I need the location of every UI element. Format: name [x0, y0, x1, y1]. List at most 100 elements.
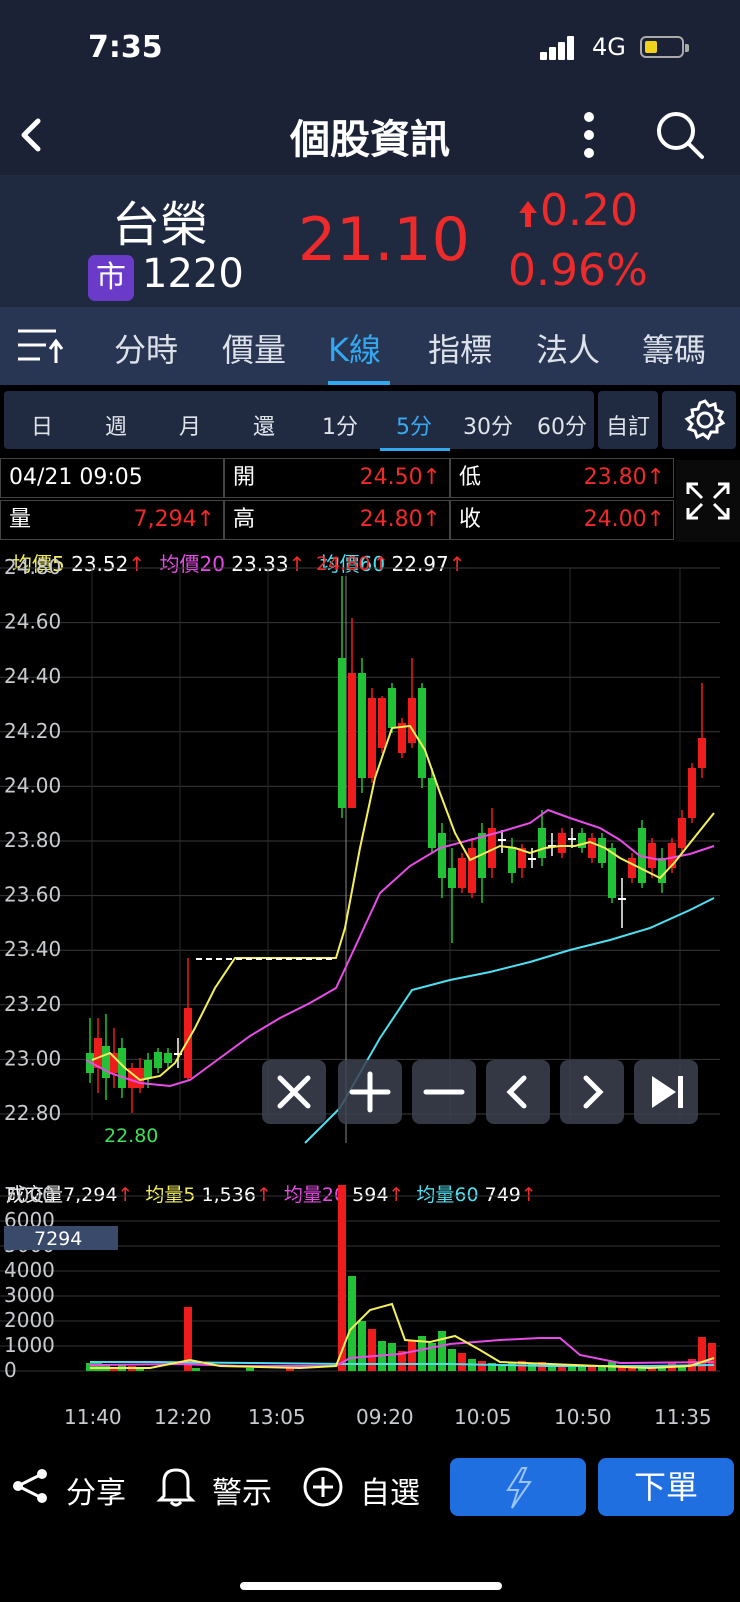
- candle-body: [428, 778, 436, 848]
- candle-body: [678, 818, 686, 848]
- add-circle-icon[interactable]: [302, 1466, 344, 1508]
- period-30min[interactable]: 30分: [456, 409, 520, 441]
- y-tick-label: 24.20: [4, 719, 61, 743]
- quick-order-button[interactable]: [450, 1458, 586, 1516]
- volume-bar: [438, 1331, 446, 1371]
- y-tick-label: 23.00: [4, 1046, 61, 1070]
- expand-icon[interactable]: [676, 460, 740, 542]
- volume-bar: [448, 1349, 456, 1371]
- period-custom[interactable]: 自訂: [600, 409, 656, 441]
- next-button[interactable]: [560, 1060, 624, 1124]
- minus-icon: [423, 1089, 465, 1095]
- arrow-up-icon: [519, 201, 537, 227]
- candle-body: [164, 1053, 172, 1063]
- stock-price: 21.10: [298, 205, 470, 275]
- home-indicator: [240, 1582, 502, 1590]
- bottom-toolbar: 分享 警示 自選 下單: [0, 1440, 740, 1602]
- alert-button[interactable]: 警示: [212, 1468, 272, 1512]
- tab-institutional[interactable]: 法人: [536, 325, 600, 371]
- watchlist-button[interactable]: 自選: [360, 1468, 420, 1512]
- candle-body: [438, 833, 446, 878]
- candle-body: [154, 1052, 162, 1068]
- volume-bar: [458, 1353, 466, 1371]
- share-button[interactable]: 分享: [66, 1468, 126, 1512]
- zoom-out-button[interactable]: [412, 1060, 476, 1124]
- chevron-left-icon: [506, 1075, 527, 1109]
- candle-body: [468, 848, 476, 893]
- candle-body: [588, 838, 596, 858]
- volume-bar: [478, 1361, 486, 1371]
- y-tick-label: 24.00: [4, 773, 61, 797]
- candle-body: [648, 843, 656, 868]
- candle-body: [368, 698, 376, 778]
- x-tick-label: 11:35: [654, 1405, 712, 1429]
- signal-icon: [540, 36, 576, 60]
- candle-body: [498, 839, 506, 841]
- plus-icon: [349, 1071, 391, 1113]
- gear-icon[interactable]: [682, 397, 728, 443]
- info-high: 高 24.80↑: [224, 500, 450, 540]
- kline-chart[interactable]: 24.80 24.60 24.40 24.20 24.00 23.80 23.60 23.40…: [0, 548, 740, 1148]
- vol-tick-label: 0: [4, 1358, 17, 1382]
- y-tick-label: 24.40: [4, 664, 61, 688]
- period-1min[interactable]: 1分: [312, 409, 368, 441]
- candle-body: [688, 768, 696, 818]
- tab-chips[interactable]: 籌碼: [642, 325, 706, 371]
- stock-name: 台榮: [112, 197, 209, 253]
- volume-bar: [408, 1341, 416, 1371]
- bell-icon[interactable]: [156, 1464, 196, 1508]
- candle-body: [358, 673, 366, 778]
- search-icon[interactable]: [652, 107, 708, 163]
- stock-code: 1220: [142, 251, 244, 297]
- tab-price-volume[interactable]: 價量: [222, 325, 286, 371]
- vol-tick-label: 7000: [4, 1183, 55, 1207]
- candle-body: [338, 658, 346, 808]
- period-week[interactable]: 週: [96, 409, 136, 441]
- y-tick-label: 24.80: [4, 555, 61, 579]
- candle-body: [388, 688, 396, 728]
- order-button[interactable]: 下單: [598, 1458, 734, 1516]
- candle-body: [94, 1038, 102, 1068]
- close-icon: [277, 1075, 311, 1109]
- period-day[interactable]: 日: [22, 409, 62, 441]
- nav-bar: 個股資訊: [0, 95, 740, 175]
- tab-bar: 分時 價量 K線 指標 法人 籌碼: [0, 307, 740, 385]
- period-month[interactable]: 月: [170, 409, 210, 441]
- chevron-right-icon: [583, 1075, 604, 1109]
- vol-tick-label: 1000: [4, 1333, 55, 1357]
- x-tick-label: 12:20: [154, 1405, 212, 1429]
- candle-body: [598, 838, 606, 863]
- high-annotation: 24.80: [316, 553, 370, 575]
- high-annotation-arrow: ↑: [373, 553, 389, 575]
- x-tick-label: 09:20: [356, 1405, 414, 1429]
- zoom-in-button[interactable]: [338, 1060, 402, 1124]
- battery-icon: [640, 36, 689, 58]
- volume-highlight-value: 7294: [34, 1228, 82, 1250]
- info-datetime: 04/21 09:05: [0, 458, 224, 498]
- volume-chart[interactable]: 70006000500040003000200010000 7294 11:40…: [0, 1180, 740, 1430]
- close-control-button[interactable]: [262, 1060, 326, 1124]
- network-type: 4G: [592, 33, 626, 61]
- period-60min[interactable]: 60分: [530, 409, 594, 441]
- candle-body: [508, 848, 516, 873]
- tab-time-share[interactable]: 分時: [114, 325, 178, 371]
- tab-kline[interactable]: K線: [328, 325, 381, 371]
- menu-sort-icon[interactable]: [16, 325, 64, 367]
- prev-button[interactable]: [486, 1060, 550, 1124]
- period-adjusted[interactable]: 還: [244, 409, 284, 441]
- candle-body: [568, 838, 576, 840]
- share-icon[interactable]: [10, 1466, 50, 1506]
- tab-indicators[interactable]: 指標: [428, 325, 492, 371]
- price-change: 0.20: [540, 185, 638, 236]
- period-5min[interactable]: 5分: [384, 409, 444, 441]
- candle-body: [538, 828, 546, 858]
- x-tick-label: 10:50: [554, 1405, 612, 1429]
- vol-tick-label: 3000: [4, 1283, 55, 1307]
- skip-end-button[interactable]: [634, 1060, 698, 1124]
- volume-bar: [708, 1343, 716, 1371]
- vol-tick-label: 2000: [4, 1308, 55, 1332]
- price-change-pct: 0.96%: [508, 245, 648, 296]
- more-vertical-icon[interactable]: [574, 105, 604, 165]
- info-close: 收 24.00↑: [450, 500, 674, 540]
- period-active-indicator: [380, 448, 450, 451]
